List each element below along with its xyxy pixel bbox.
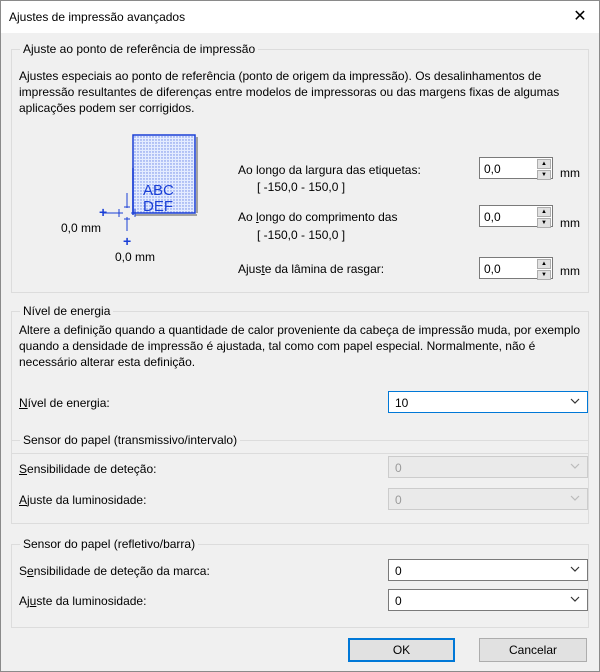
width-unit: mm	[560, 166, 580, 180]
spin-down-icon[interactable]: ▼	[537, 270, 551, 280]
reflective-sensitivity-select[interactable]: 0	[388, 559, 588, 581]
diagram-left-label: 0,0 mm	[61, 221, 102, 235]
spin-down-icon[interactable]: ▼	[537, 170, 551, 180]
tear-spinner[interactable]: 0,0 ▲ ▼	[479, 257, 553, 280]
chevron-down-icon	[570, 596, 580, 602]
width-spinner[interactable]: 0,0 ▲ ▼	[479, 157, 553, 180]
width-label: Ao longo da largura das etiquetas:	[238, 163, 421, 177]
sensor-reflective-legend: Sensor do papel (refletivo/barra)	[20, 537, 199, 551]
reflective-sensitivity-label: Sensibilidade de deteção da marca:	[19, 564, 210, 578]
reference-diagram: + + ABC DEF	[99, 134, 198, 249]
tear-label: Ajuste da lâmina de rasgar:	[238, 262, 385, 276]
energy-select[interactable]: 10	[388, 391, 588, 413]
close-icon[interactable]: ✕	[569, 6, 591, 28]
chevron-down-icon	[570, 566, 580, 572]
diagram-line2: DEF	[143, 198, 173, 215]
spin-up-icon[interactable]: ▲	[537, 259, 551, 269]
reference-point-legend: Ajuste ao ponto de referência de impress…	[20, 42, 259, 56]
transmissive-brightness-select[interactable]: 0	[388, 488, 588, 510]
sensor-transmissive-legend: Sensor do papel (transmissivo/intervalo)	[20, 433, 241, 447]
spin-down-icon[interactable]: ▼	[537, 218, 551, 228]
energy-value: 10	[395, 396, 409, 410]
length-unit: mm	[560, 216, 580, 230]
cancel-button[interactable]: Cancelar	[479, 638, 587, 662]
length-value: 0,0	[484, 210, 501, 224]
ok-button[interactable]: OK	[348, 638, 455, 662]
transmissive-brightness-value: 0	[395, 493, 402, 507]
tear-value: 0,0	[484, 262, 501, 276]
dialog-body: Ajuste ao ponto de referência de impress…	[0, 32, 600, 672]
transmissive-sensitivity-value: 0	[395, 461, 402, 475]
reflective-brightness-label: Ajuste da luminosidade:	[19, 594, 147, 608]
sensor-reflective-group: Sensor do papel (refletivo/barra)	[11, 537, 589, 628]
energy-legend: Nível de energia	[20, 304, 114, 318]
chevron-down-icon	[570, 398, 580, 404]
title-bar: Ajustes de impressão avançados ✕	[0, 0, 600, 33]
transmissive-brightness-label: Ajuste da luminosidade:	[19, 493, 147, 507]
width-range: [ -150,0 - 150,0 ]	[257, 180, 346, 194]
reference-point-description: Ajustes especiais ao ponto de referência…	[19, 69, 560, 115]
length-spinner[interactable]: 0,0 ▲ ▼	[479, 205, 553, 228]
width-value: 0,0	[484, 162, 501, 176]
reflective-brightness-select[interactable]: 0	[388, 589, 588, 611]
reflective-brightness-value: 0	[395, 594, 402, 608]
diagram-line1: ABC	[143, 182, 174, 199]
chevron-down-icon	[570, 463, 580, 469]
chevron-down-icon	[570, 495, 580, 501]
window-title: Ajustes de impressão avançados	[9, 10, 186, 24]
svg-text:+: +	[99, 204, 107, 220]
length-label: Ao longo do comprimento das	[238, 210, 398, 224]
length-range: [ -150,0 - 150,0 ]	[257, 228, 346, 242]
spin-up-icon[interactable]: ▲	[537, 207, 551, 217]
diagram-bottom-label: 0,0 mm	[115, 250, 156, 264]
tear-unit: mm	[560, 264, 580, 278]
transmissive-sensitivity-select[interactable]: 0	[388, 456, 588, 478]
spin-up-icon[interactable]: ▲	[537, 159, 551, 169]
energy-label: Nível de energia:	[19, 396, 110, 410]
sensor-transmissive-group: Sensor do papel (transmissivo/intervalo)	[11, 433, 589, 524]
reflective-sensitivity-value: 0	[395, 564, 402, 578]
transmissive-sensitivity-label: Sensibilidade de deteção:	[19, 462, 157, 476]
energy-description: Altere a definição quando a quantidade d…	[19, 323, 581, 369]
svg-text:+: +	[123, 233, 131, 249]
